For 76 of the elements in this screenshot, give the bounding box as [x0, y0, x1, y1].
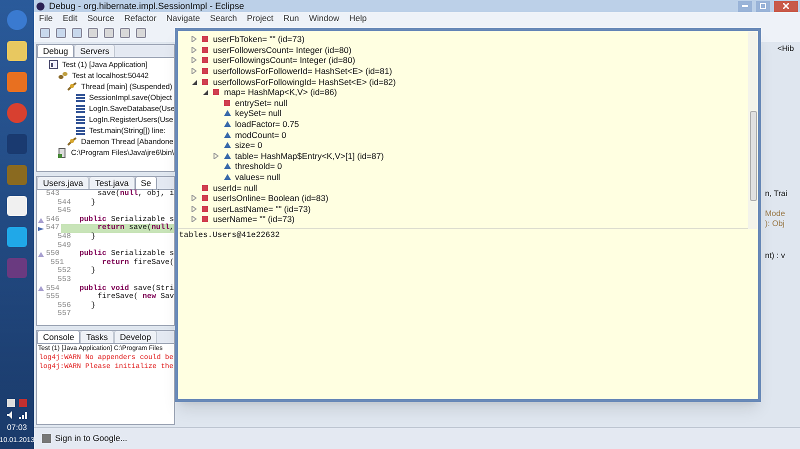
variable-label[interactable]: modCount= 0	[235, 130, 286, 140]
variable-label[interactable]: userFollowersCount= Integer (id=80)	[213, 44, 352, 55]
menu-item[interactable]: Help	[349, 12, 367, 24]
outline-fragment: <Hib	[776, 44, 795, 54]
variable-label[interactable]: size= 0	[235, 140, 262, 150]
stack-frame-icon	[76, 116, 85, 124]
variable-label[interactable]: entrySet= null	[235, 98, 288, 108]
close-button[interactable]	[774, 0, 798, 12]
detail-text: tables.Users@41e22632	[178, 230, 281, 242]
minimize-button[interactable]	[738, 0, 752, 12]
variable-label[interactable]: loadFactor= 0.75	[235, 119, 300, 130]
menu-item[interactable]: Search	[210, 12, 237, 24]
menu-item[interactable]: Window	[308, 12, 340, 24]
expand-arrow-icon[interactable]	[191, 216, 197, 222]
thread-icon	[67, 82, 77, 91]
outline-fragment: Mode	[764, 209, 786, 219]
variable-label[interactable]: threshold= 0	[235, 161, 282, 172]
menu-item[interactable]: Run	[283, 12, 299, 24]
variable-label[interactable]: map= HashMap<K,V> (id=86)	[224, 87, 337, 98]
minimize-icon	[742, 5, 748, 7]
variable-label[interactable]: userLastName= "" (id=73)	[213, 204, 311, 214]
collapse-arrow-icon[interactable]	[191, 78, 197, 85]
variable-label[interactable]: table= HashMap$Entry<K,V>[1] (id=87)	[235, 150, 384, 161]
outline-fragment: nt) : v	[764, 251, 786, 261]
stack-frame-icon	[76, 104, 85, 112]
view-tab[interactable]: Debug	[37, 45, 74, 57]
expand-arrow-icon[interactable]	[191, 57, 197, 64]
bug-icon	[58, 71, 68, 80]
view-tab[interactable]: Servers	[74, 45, 116, 57]
instruction-pointer-icon	[38, 226, 44, 232]
start-button[interactable]	[7, 10, 27, 30]
scrollbar-thumb[interactable]	[750, 111, 756, 201]
variable-label[interactable]: userfollowsForFollowingId= HashSet<E> (id=82)	[213, 76, 396, 87]
outline-fragment: ): Obj	[764, 219, 786, 229]
collapse-arrow-icon[interactable]	[202, 89, 208, 96]
expand-arrow-icon[interactable]	[191, 36, 197, 42]
variable-label[interactable]: keySet= null	[235, 108, 282, 118]
process-icon	[58, 148, 67, 158]
maximize-icon	[760, 3, 766, 9]
variable-label[interactable]: userId= null	[213, 182, 258, 193]
view-tab[interactable]: Tasks	[80, 331, 114, 343]
menu-item[interactable]: File	[39, 12, 53, 24]
outline-fragment: n, Trai	[764, 189, 788, 199]
expand-arrow-icon[interactable]	[191, 206, 197, 212]
stack-frame-icon	[76, 94, 85, 102]
stack-frame-icon	[76, 126, 85, 134]
view-tab[interactable]: Develop	[114, 331, 158, 343]
menu-item[interactable]: Navigate	[166, 12, 200, 24]
view-tab[interactable]: Users.java	[37, 177, 90, 189]
variable-label[interactable]: userFollowingsCount= Integer (id=80)	[213, 55, 356, 66]
status-text: Sign in to Google...	[55, 432, 128, 445]
clock-time: 07:03	[6, 423, 28, 432]
expand-arrow-icon[interactable]	[191, 68, 197, 74]
variable-label[interactable]: userFbToken= "" (id=73)	[213, 34, 305, 44]
variable-label[interactable]: userIsOnline= Boolean (id=83)	[213, 193, 328, 204]
view-tab[interactable]: Se	[134, 177, 158, 189]
window-title: Debug - org.hibernate.impl.SessionImpl - Eclipse	[49, 0, 244, 12]
maximize-button[interactable]	[756, 0, 770, 12]
variable-label[interactable]: userfollowsForFollowerId= HashSet<E> (id=81)	[213, 66, 392, 76]
launch-icon	[49, 60, 58, 69]
menu-item[interactable]: Source	[87, 12, 114, 24]
menu-item[interactable]: Edit	[62, 12, 78, 24]
menu-item[interactable]: Refactor	[124, 12, 156, 24]
expand-arrow-icon[interactable]	[191, 195, 197, 202]
expand-arrow-icon[interactable]	[213, 152, 219, 159]
thread-icon	[67, 137, 77, 146]
menu-item[interactable]: Project	[246, 12, 274, 24]
view-tab[interactable]: Console	[37, 331, 80, 343]
close-icon	[783, 3, 789, 9]
view-tab[interactable]: Test.java	[89, 177, 135, 189]
signal-icon	[19, 411, 27, 419]
eclipse-icon	[36, 2, 45, 10]
expand-arrow-icon[interactable]	[191, 46, 197, 53]
volume-icon	[7, 411, 15, 419]
variable-label[interactable]: userName= "" (id=73)	[213, 214, 295, 224]
variable-label[interactable]: values= null	[235, 172, 280, 182]
